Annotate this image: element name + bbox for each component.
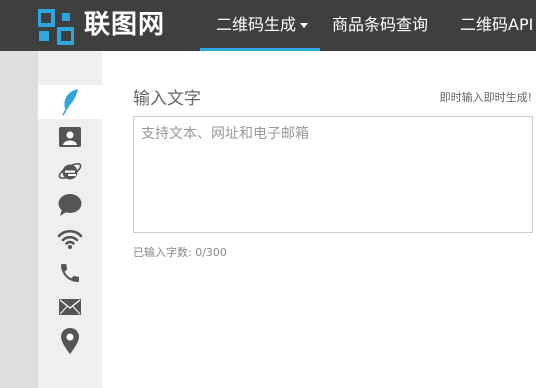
nav-qrcode-generate-label: 二维码生成 — [216, 15, 297, 34]
logo-icon — [38, 9, 74, 45]
nav-qrcode-generate[interactable]: 二维码生成 — [200, 0, 320, 51]
sidebar-item-url[interactable] — [56, 157, 84, 185]
sidebar-item-phone[interactable] — [56, 259, 84, 287]
character-counter: 已输入字数: 0/300 — [133, 246, 227, 259]
sidebar-item-contact[interactable] — [56, 123, 84, 151]
wifi-icon — [57, 229, 83, 249]
nav-barcode-query[interactable]: 商品条码查询 — [320, 0, 448, 51]
nav-barcode-query-label: 商品条码查询 — [332, 15, 429, 34]
envelope-icon — [59, 299, 81, 315]
main-nav: 二维码生成 商品条码查询 二维码API — [200, 0, 533, 51]
feather-icon — [62, 89, 78, 116]
contact-card-icon — [59, 127, 81, 147]
main-panel: 输入文字 即时输入即时生成! 已输入字数: 0/300 — [102, 51, 536, 388]
left-gutter — [0, 51, 38, 388]
sidebar-item-location[interactable] — [56, 327, 84, 355]
brand-name[interactable]: 联图网 — [84, 7, 165, 43]
instant-generate-hint: 即时输入即时生成! — [439, 91, 532, 104]
phone-icon — [61, 264, 79, 282]
location-pin-icon — [61, 328, 79, 354]
sidebar-item-sms[interactable] — [56, 191, 84, 219]
chat-bubble-icon — [58, 194, 82, 216]
sidebar-item-email[interactable] — [56, 293, 84, 321]
browser-e-icon — [58, 163, 82, 180]
text-input-area[interactable] — [133, 116, 533, 233]
nav-qrcode-api-label: 二维码API — [460, 15, 534, 34]
sidebar-item-wifi[interactable] — [56, 225, 84, 253]
nav-qrcode-api[interactable]: 二维码API — [448, 0, 533, 51]
top-navigation-bar: 联图网 二维码生成 商品条码查询 二维码API — [0, 0, 536, 51]
qrcode-type-sidebar — [38, 51, 102, 388]
caret-down-icon — [300, 23, 309, 28]
section-heading: 输入文字 — [133, 89, 201, 109]
sidebar-item-text[interactable] — [56, 88, 84, 116]
